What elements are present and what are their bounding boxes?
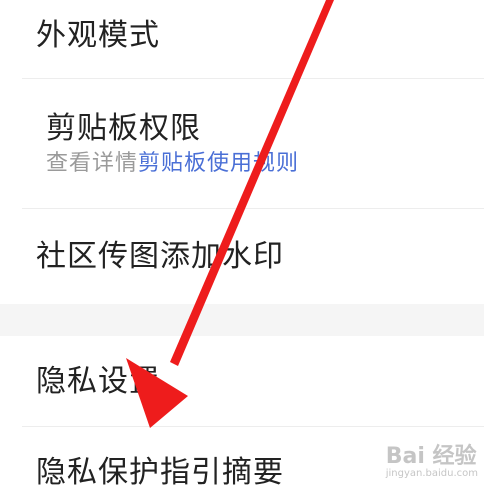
baidu-watermark: Bai 经验 jingyan.baidu.com	[386, 438, 478, 479]
privacy-label: 隐私设置	[36, 364, 160, 399]
privacy-guide-label: 隐私保护指引摘要	[36, 455, 284, 490]
clipboard-subtitle: 查看详情剪贴板使用规则	[46, 150, 299, 178]
settings-item-privacy[interactable]: 隐私设置	[0, 336, 484, 426]
settings-item-watermark[interactable]: 社区传图添加水印	[0, 209, 484, 304]
clipboard-rules-link[interactable]: 剪贴板使用规则	[138, 151, 299, 176]
clipboard-label: 剪贴板权限	[46, 111, 201, 146]
settings-item-clipboard[interactable]: 剪贴板权限 查看详情剪贴板使用规则	[0, 79, 484, 207]
settings-item-appearance[interactable]: 外观模式	[0, 0, 484, 78]
appearance-label: 外观模式	[36, 18, 160, 53]
watermark-text: Bai 经验	[385, 444, 477, 469]
clipboard-sub-prefix: 查看详情	[46, 151, 139, 176]
section-separator	[0, 304, 484, 336]
watermark-url: jingyan.baidu.com	[385, 468, 478, 479]
watermark-label: 社区传图添加水印	[36, 239, 284, 274]
